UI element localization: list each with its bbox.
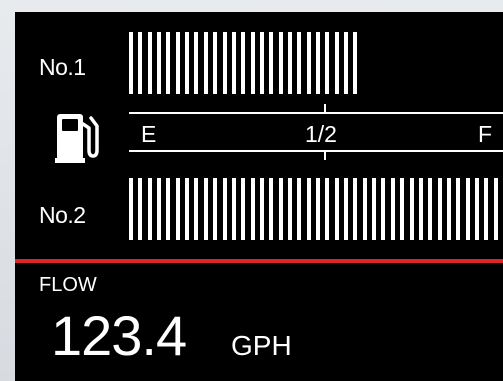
level-bar	[175, 178, 180, 240]
level-bar	[138, 178, 143, 240]
level-bar	[306, 32, 311, 94]
level-bar	[418, 178, 423, 240]
scale-label-full: F	[478, 121, 493, 147]
fuel-display-screen: No.1 E 1/2 F No.2 FLOW 123.4 GPH	[15, 12, 503, 381]
scale-line-top	[129, 112, 503, 114]
level-bar	[231, 32, 236, 94]
level-bar	[166, 178, 171, 240]
level-bar	[185, 178, 190, 240]
level-bar	[400, 178, 405, 240]
level-bar	[147, 178, 152, 240]
level-bar	[353, 178, 358, 240]
tank-2-level-bars	[129, 178, 503, 240]
level-bar	[269, 32, 274, 94]
level-bar	[194, 178, 199, 240]
level-bar	[316, 32, 320, 94]
level-bar	[325, 178, 330, 240]
flow-label: FLOW	[39, 274, 97, 296]
level-bar	[222, 32, 227, 94]
level-bar	[456, 178, 461, 240]
level-bar	[250, 178, 255, 240]
level-bar	[231, 178, 236, 240]
level-bar	[278, 32, 283, 94]
level-bar	[287, 32, 292, 94]
scale-label-half: 1/2	[305, 121, 337, 147]
level-bar	[325, 32, 330, 94]
level-bar	[297, 32, 302, 94]
tank-1-level-bars	[129, 32, 503, 94]
level-bar	[334, 32, 339, 94]
level-bar	[213, 178, 218, 240]
level-bar	[147, 32, 152, 94]
level-bar	[185, 32, 190, 94]
level-bar	[437, 178, 442, 240]
level-bar	[194, 32, 199, 94]
level-bar	[306, 178, 311, 240]
section-divider	[15, 259, 503, 263]
level-bar	[129, 32, 133, 94]
level-bar	[362, 178, 367, 240]
level-bar	[278, 178, 283, 240]
level-bar	[287, 178, 292, 240]
level-bar	[353, 32, 358, 94]
level-bar	[241, 32, 246, 94]
level-bar	[222, 178, 227, 240]
level-bar	[428, 178, 433, 240]
level-bar	[166, 32, 171, 94]
flow-value: 123.4	[51, 304, 187, 367]
fuel-pump-icon	[55, 110, 101, 164]
level-bar	[465, 178, 470, 240]
level-bar	[138, 32, 143, 94]
level-bar	[213, 32, 218, 94]
scale-label-empty: E	[141, 121, 157, 147]
level-bar	[129, 178, 133, 240]
display-bezel: No.1 E 1/2 F No.2 FLOW 123.4 GPH	[0, 0, 503, 381]
level-bar	[175, 32, 180, 94]
level-bar	[409, 178, 414, 240]
level-bar	[316, 178, 320, 240]
level-bar	[259, 178, 264, 240]
level-bar	[372, 178, 377, 240]
level-bar	[157, 32, 162, 94]
level-bar	[250, 32, 255, 94]
level-bar	[334, 178, 339, 240]
level-bar	[241, 178, 246, 240]
tank-1-label: No.1	[39, 54, 86, 80]
level-bar	[390, 178, 395, 240]
level-bar	[484, 178, 489, 240]
level-bar	[269, 178, 274, 240]
tank-2-label: No.2	[39, 202, 86, 228]
level-bar	[474, 178, 479, 240]
fuel-scale: E 1/2 F	[129, 104, 503, 164]
level-bar	[203, 178, 208, 240]
level-bar	[344, 32, 349, 94]
scale-tick-bottom	[324, 150, 326, 160]
level-bar	[157, 178, 162, 240]
scale-line-bottom	[129, 150, 503, 152]
level-bar	[297, 178, 302, 240]
level-bar	[259, 32, 264, 94]
level-bar	[203, 32, 208, 94]
flow-unit: GPH	[231, 330, 292, 361]
level-bar	[344, 178, 349, 240]
level-bar	[381, 178, 386, 240]
scale-tick-top	[324, 104, 326, 114]
level-bar	[493, 178, 498, 240]
level-bar	[446, 178, 451, 240]
